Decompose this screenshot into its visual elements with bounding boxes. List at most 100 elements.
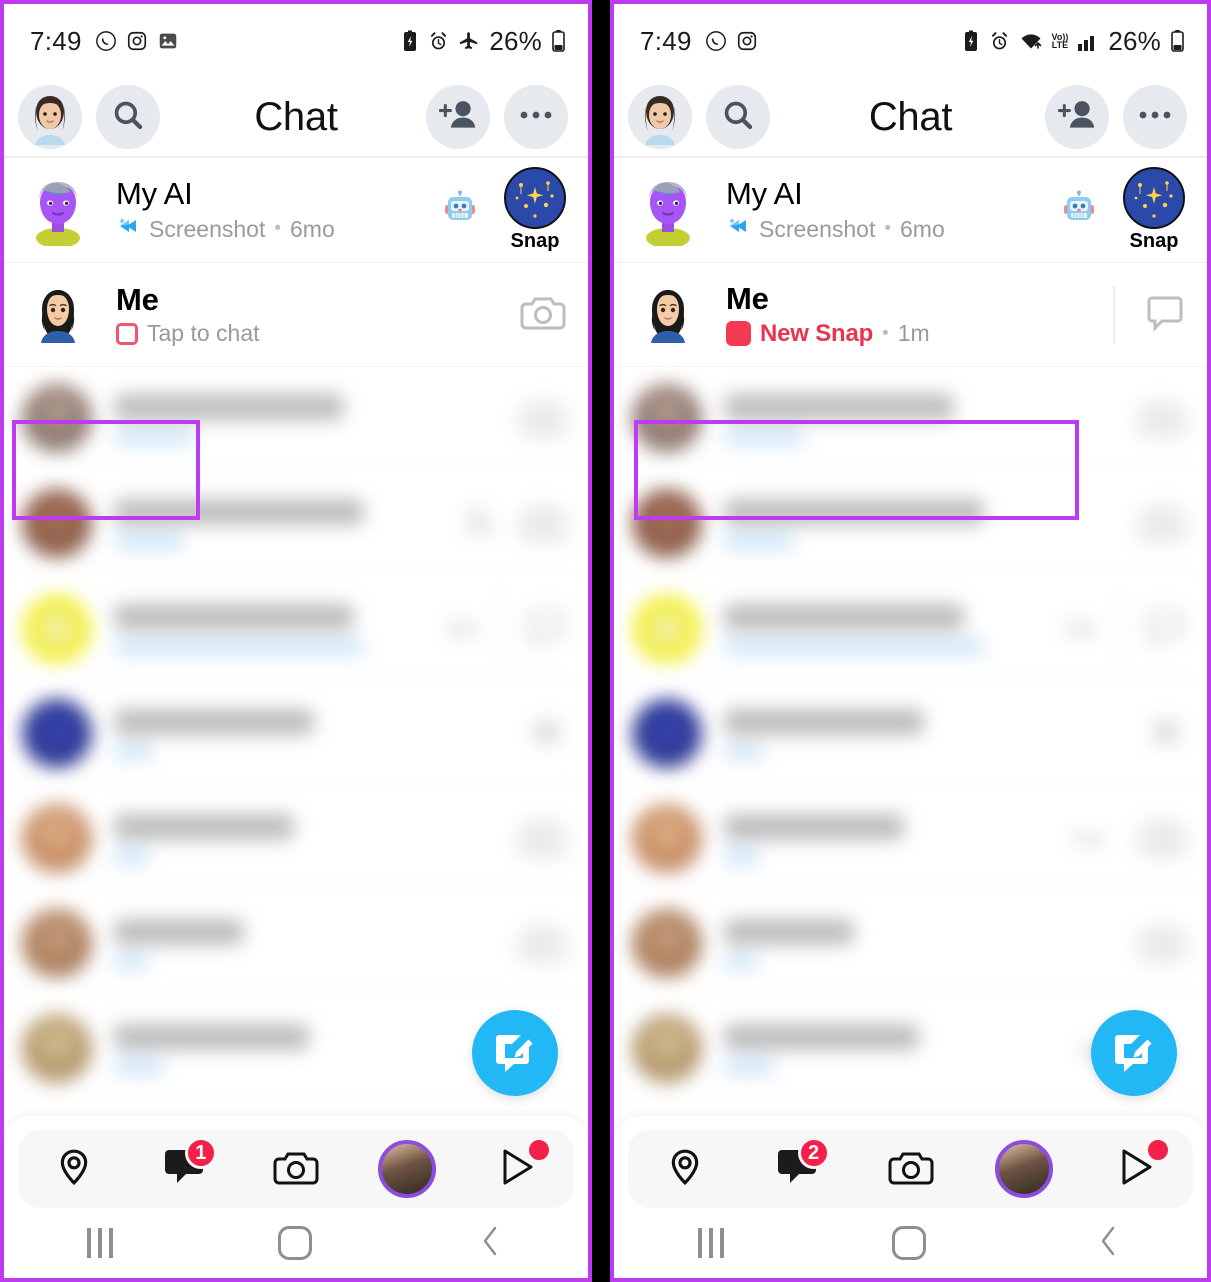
blurred-status [114, 847, 150, 865]
recents-icon[interactable] [698, 1228, 725, 1258]
chat-row-blurred[interactable] [614, 892, 1207, 997]
bottom-nav: 2 [628, 1130, 1193, 1208]
nav-item-camera[interactable] [256, 1135, 336, 1203]
gallery-icon [157, 30, 179, 52]
recents-icon[interactable] [86, 1228, 113, 1258]
chat-row-blurred[interactable]: 1w [4, 577, 588, 682]
close-icon[interactable] [1147, 713, 1185, 756]
camera-icon [272, 1147, 320, 1192]
home-icon[interactable] [892, 1226, 927, 1260]
chat-row-blurred[interactable]: mo [614, 787, 1207, 892]
chat-bubble-icon[interactable] [1145, 607, 1185, 652]
blurred-avatar [22, 489, 92, 559]
bottom-nav: 1 [18, 1130, 574, 1208]
chat-bubble-icon[interactable] [526, 607, 566, 652]
nav-item-chat[interactable]: 2 [758, 1135, 838, 1203]
nav-item-chat[interactable]: 1 [145, 1135, 225, 1203]
new-chat-fab[interactable] [1091, 1010, 1177, 1096]
profile-avatar-button[interactable] [18, 85, 82, 149]
chat-row-blurred[interactable] [4, 367, 588, 472]
add-friend-button[interactable] [426, 85, 490, 149]
camera-icon[interactable] [520, 397, 566, 442]
volte-icon: Vo)) LTE [1051, 32, 1069, 50]
chat-status: New Snap • 1m [726, 320, 1113, 348]
chat-name [114, 603, 354, 630]
nav-item-spotlight[interactable] [1097, 1135, 1177, 1203]
nav-item-camera[interactable] [871, 1135, 951, 1203]
chat-row-my-ai[interactable]: My AI Screenshot • 6mo Snap [4, 158, 588, 263]
search-button[interactable] [706, 85, 770, 149]
nav-item-stories[interactable] [984, 1135, 1064, 1203]
snap-story-button[interactable]: Snap [504, 167, 566, 253]
camera-icon[interactable] [1139, 922, 1185, 967]
nav-item-map[interactable] [645, 1135, 725, 1203]
chat-list: My AI Screenshot • 6mo [4, 158, 588, 1102]
snap-story-button[interactable]: Snap [1123, 167, 1185, 253]
chat-name: Me [116, 281, 159, 317]
status-bar: 7:49 Vo)) LTE 26% [614, 4, 1207, 78]
chat-row-me[interactable]: Me Tap to chat [4, 263, 588, 367]
back-icon[interactable] [1095, 1224, 1123, 1263]
back-icon[interactable] [477, 1224, 505, 1263]
robot-icon[interactable] [1059, 188, 1099, 233]
row-divider [1113, 285, 1115, 344]
camera-icon[interactable] [520, 292, 566, 337]
more-options-button[interactable] [504, 85, 568, 149]
close-icon[interactable] [528, 713, 566, 756]
camera-icon[interactable] [520, 922, 566, 967]
chat-status-text: Screenshot [149, 215, 266, 242]
spotlight-badge [526, 1137, 553, 1163]
blurred-avatar [22, 384, 92, 454]
snap-story-icon [1123, 167, 1185, 229]
camera-icon[interactable] [520, 502, 566, 547]
chat-row-blurred[interactable]: 1w [614, 577, 1207, 682]
chat-name [724, 1023, 919, 1050]
battery-saver-icon [401, 30, 419, 52]
camera-icon[interactable] [1139, 502, 1185, 547]
chat-row-blurred[interactable] [614, 472, 1207, 577]
chat-row-me[interactable]: Me New Snap • 1m [614, 263, 1207, 367]
chat-row-blurred[interactable] [4, 682, 588, 787]
chat-time: 6mo [900, 215, 945, 242]
chat-row-blurred[interactable] [614, 367, 1207, 472]
chat-bubble-icon[interactable] [1145, 292, 1185, 337]
chat-name: My AI [726, 175, 803, 211]
chat-row-my-ai[interactable]: My AI Screenshot • 6mo Snap [614, 158, 1207, 263]
chat-name: Me [726, 281, 769, 317]
status-bar-left: 7:49 [30, 26, 179, 57]
profile-avatar-button[interactable] [628, 85, 692, 149]
camera-icon[interactable] [1139, 397, 1185, 442]
camera-icon[interactable] [1139, 817, 1185, 862]
nav-item-stories[interactable] [367, 1135, 447, 1203]
nav-item-map[interactable] [34, 1135, 114, 1203]
camera-icon[interactable] [520, 817, 566, 862]
chat-time: 1m [897, 320, 930, 347]
chat-row-blurred[interactable] [4, 472, 588, 577]
robot-icon[interactable] [440, 188, 480, 233]
chat-name [724, 813, 904, 840]
search-icon [111, 98, 145, 137]
blurred-status [114, 532, 184, 550]
blurred-status [114, 742, 154, 760]
status-bar-left: 7:49 [640, 26, 758, 57]
snap-story-icon [504, 167, 566, 229]
nav-item-spotlight[interactable] [478, 1135, 558, 1203]
chat-time: 1w [1064, 615, 1095, 642]
add-friend-button[interactable] [1045, 85, 1109, 149]
screenshot-icon [116, 214, 140, 244]
home-icon[interactable] [277, 1226, 312, 1260]
blurred-status [724, 1057, 774, 1075]
system-nav-bar [4, 1208, 588, 1278]
more-options-button[interactable] [1123, 85, 1187, 149]
system-nav-bar [614, 1208, 1207, 1278]
chat-row-blurred[interactable] [4, 787, 588, 892]
chat-header: Chat [4, 78, 588, 156]
chat-row-blurred[interactable] [614, 682, 1207, 787]
chat-name: My AI [116, 175, 193, 211]
new-chat-fab[interactable] [472, 1010, 558, 1096]
chat-row-blurred[interactable] [4, 892, 588, 997]
search-button[interactable] [96, 85, 160, 149]
battery-icon [1170, 29, 1185, 53]
signal-icon [1077, 30, 1099, 52]
status-bar-right: 26% [401, 26, 566, 57]
